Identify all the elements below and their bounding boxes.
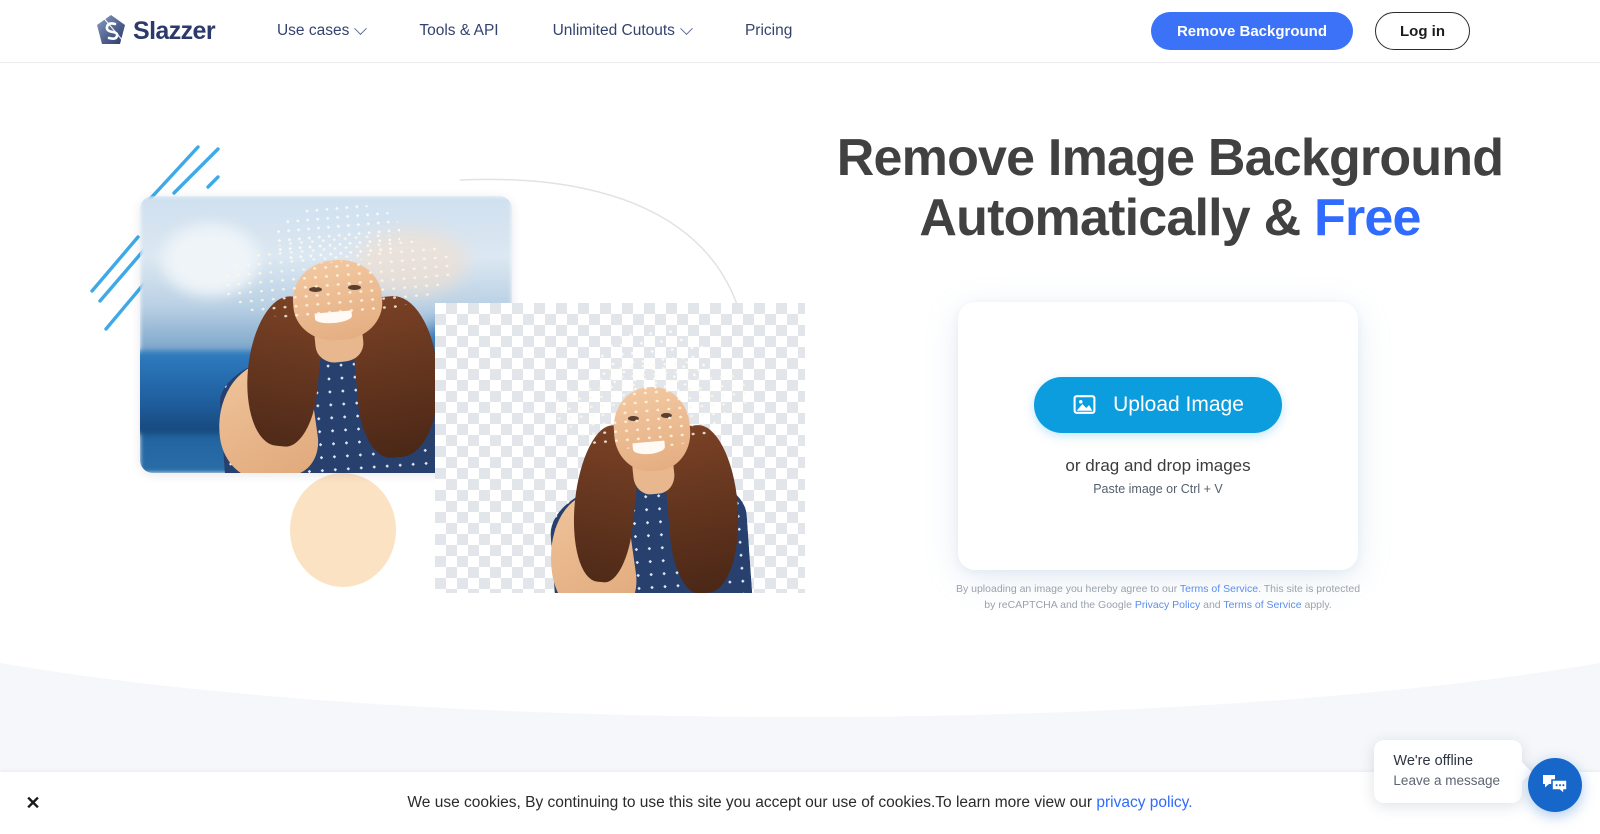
nav-item-label: Unlimited Cutouts — [552, 22, 675, 39]
headline-line-2-prefix: Automatically & — [919, 188, 1314, 247]
paste-hint-text: Paste image or Ctrl + V — [1093, 481, 1223, 496]
cookie-consent-bar: ✕ We use cookies, By continuing to use t… — [0, 772, 1600, 834]
legal-part-3: and — [1200, 598, 1224, 611]
nav-item-pricing[interactable]: Pricing — [745, 16, 792, 46]
chat-tooltip-title: We're offline — [1393, 753, 1474, 769]
cookie-text-prefix: We use cookies, By continuing to use thi… — [407, 794, 1097, 811]
terms-of-service-link-1[interactable]: Terms of Service — [1180, 583, 1258, 595]
wave-divider — [0, 663, 1600, 717]
legal-part-1: By uploading an image you hereby agree t… — [955, 583, 1180, 595]
cookie-consent-text: We use cookies, By continuing to use thi… — [0, 794, 1600, 812]
drag-drop-text: or drag and drop images — [1065, 455, 1251, 475]
chat-bubbles-icon — [1543, 775, 1568, 796]
hero-section: Remove Image Background Automatically & … — [0, 63, 1600, 663]
nav-item-tools-api[interactable]: Tools & API — [419, 16, 498, 46]
site-header: Slazzer Use cases Tools & API Unlimited … — [0, 0, 1600, 63]
chevron-down-icon — [680, 21, 693, 35]
nav-item-use-cases[interactable]: Use cases — [276, 16, 368, 46]
chevron-down-icon — [354, 21, 368, 35]
nav-item-unlimited-cutouts[interactable]: Unlimited Cutouts — [552, 16, 693, 46]
headline-line-1: Remove Image Background — [836, 129, 1504, 187]
nav-item-label: Use cases — [276, 22, 350, 39]
remove-background-button[interactable]: Remove Background — [1150, 12, 1353, 50]
page-title: Remove Image Background Automatically & … — [820, 129, 1520, 249]
peach-circle-decoration — [290, 473, 396, 587]
headline-line-2: Automatically & Free — [820, 189, 1520, 249]
hero-visual — [90, 133, 830, 593]
image-icon — [1073, 395, 1096, 414]
legal-disclaimer: By uploading an image you hereby agree t… — [953, 582, 1363, 613]
hero-right-column: Remove Image Background Automatically & … — [820, 63, 1520, 611]
chat-tooltip-subtitle: Leave a message — [1393, 773, 1500, 788]
cookie-privacy-policy-link[interactable]: privacy policy. — [1096, 794, 1192, 811]
privacy-policy-link[interactable]: Privacy Policy — [1135, 599, 1200, 611]
header-actions: Remove Background Log in — [1150, 12, 1470, 50]
logo[interactable]: Slazzer — [96, 14, 216, 48]
upload-image-button-label: Upload Image — [1113, 392, 1244, 416]
nav-item-label: Pricing — [744, 22, 793, 39]
chat-launcher-button[interactable] — [1528, 758, 1582, 812]
terms-of-service-link-2[interactable]: Terms of Service — [1223, 599, 1301, 611]
nav-item-label: Tools & API — [419, 22, 499, 39]
main-nav: Use cases Tools & API Unlimited Cutouts … — [277, 16, 792, 46]
headline-accent-free: Free — [1313, 188, 1421, 247]
legal-part-4: apply. — [1301, 598, 1332, 611]
slazzer-diamond-logo-icon — [97, 15, 125, 44]
login-button[interactable]: Log in — [1375, 12, 1470, 50]
logo-text: Slazzer — [133, 16, 216, 45]
upload-dropzone-card[interactable]: Upload Image or drag and drop images Pas… — [958, 302, 1358, 570]
upload-image-button[interactable]: Upload Image — [1034, 376, 1282, 433]
page-root: Slazzer Use cases Tools & API Unlimited … — [0, 0, 1600, 834]
chat-offline-tooltip[interactable]: We're offline Leave a message — [1374, 740, 1522, 803]
after-image-transparent — [435, 303, 805, 593]
